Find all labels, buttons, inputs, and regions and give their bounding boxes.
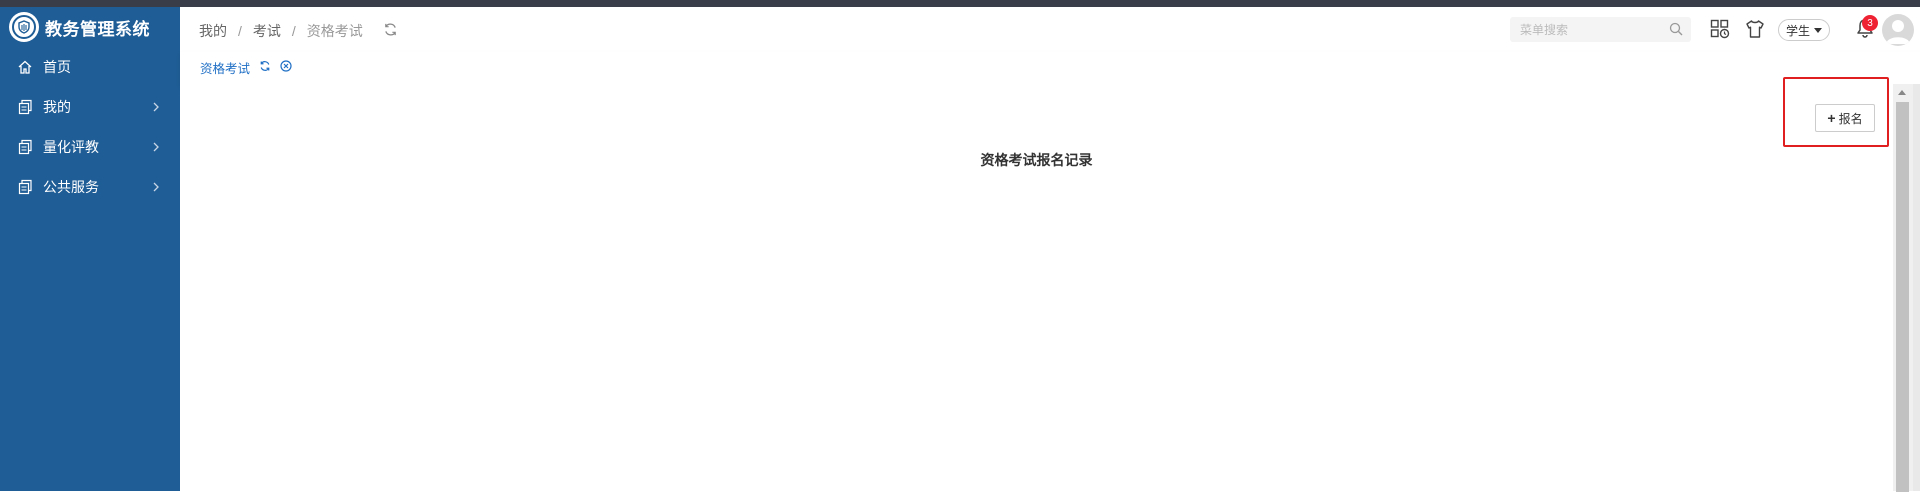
- document-icon: [17, 179, 33, 195]
- page-title: 资格考试报名记录: [980, 152, 1093, 168]
- home-icon: [17, 59, 33, 75]
- top-header: 我的 / 考试 / 资格考试 学生 3: [180, 7, 1920, 52]
- role-select[interactable]: 学生: [1778, 19, 1830, 41]
- signup-button[interactable]: + 报名: [1815, 104, 1875, 132]
- breadcrumb-separator: /: [291, 23, 296, 39]
- main-content: + 报名 资格考试报名记录: [180, 84, 1893, 491]
- document-icon: [17, 99, 33, 115]
- app-title: 教务管理系统: [45, 19, 150, 39]
- window-edge: [1913, 84, 1920, 491]
- role-select-value: 学生: [1785, 23, 1810, 38]
- menu-search: [1510, 17, 1691, 42]
- sidebar-item-mine[interactable]: 我的: [0, 87, 180, 127]
- chevron-right-icon: [152, 100, 160, 116]
- sidebar-item-label: 量化评教: [43, 139, 99, 155]
- signup-button-label: 报名: [1838, 111, 1863, 126]
- apps-clock-icon[interactable]: [1710, 19, 1730, 42]
- scroll-thumb[interactable]: [1896, 102, 1909, 492]
- sidebar-item-label: 我的: [43, 99, 71, 115]
- sidebar: 教务管理系统 首页 我的 量化评教 公共服务: [0, 7, 180, 491]
- notification-badge: 3: [1862, 15, 1878, 31]
- search-input[interactable]: [1510, 17, 1670, 42]
- close-circle-icon[interactable]: [280, 59, 292, 75]
- brand[interactable]: 教务管理系统: [0, 7, 180, 47]
- tab-qualification-exam[interactable]: 资格考试: [187, 52, 306, 84]
- shirt-icon[interactable]: [1745, 19, 1765, 42]
- breadcrumb-item-current: 资格考试: [306, 23, 363, 39]
- breadcrumb-item-mine[interactable]: 我的: [199, 21, 227, 41]
- chevron-right-icon: [152, 140, 160, 156]
- scroll-up-icon[interactable]: [1898, 90, 1906, 95]
- tab-bar: 资格考试: [180, 52, 1920, 85]
- school-logo: [9, 12, 39, 42]
- sidebar-item-label: 公共服务: [43, 179, 99, 195]
- caret-down-icon: [1814, 27, 1822, 33]
- breadcrumb: 我的 / 考试 / 资格考试: [199, 21, 363, 41]
- sidebar-item-label: 首页: [43, 59, 71, 75]
- refresh-icon[interactable]: [383, 22, 398, 40]
- scrollbar[interactable]: [1893, 84, 1913, 492]
- chevron-right-icon: [152, 180, 160, 196]
- sidebar-item-teaching-evaluation[interactable]: 量化评教: [0, 127, 180, 167]
- document-icon: [17, 139, 33, 155]
- avatar[interactable]: [1882, 14, 1914, 46]
- breadcrumb-separator: /: [238, 23, 242, 39]
- search-icon[interactable]: [1669, 22, 1683, 39]
- breadcrumb-item-exam[interactable]: 考试: [253, 21, 281, 41]
- plus-icon: +: [1827, 110, 1836, 126]
- refresh-icon[interactable]: [259, 60, 271, 75]
- sidebar-item-public-services[interactable]: 公共服务: [0, 167, 180, 207]
- sidebar-item-home[interactable]: 首页: [0, 47, 180, 87]
- window-top-strip: [0, 0, 1920, 7]
- tab-label: 资格考试: [200, 61, 251, 76]
